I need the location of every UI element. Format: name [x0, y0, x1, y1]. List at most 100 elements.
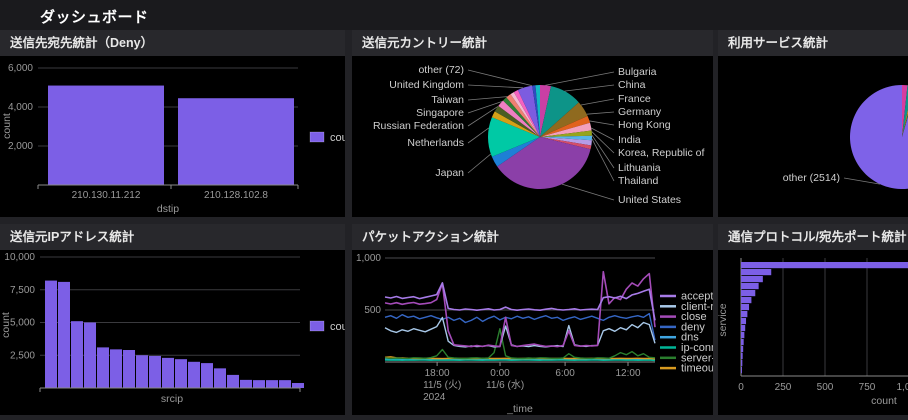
- splunk-dashboard: ダッシュボード 送信先宛先統計（Deny） 2,0004,0006,000cou…: [0, 0, 908, 420]
- bar[interactable]: [175, 359, 187, 388]
- bar[interactable]: [97, 347, 109, 388]
- bar[interactable]: [741, 346, 743, 352]
- svg-text:10,000: 10,000: [4, 252, 35, 263]
- x-tick-label: 210.128.102.8: [204, 190, 268, 201]
- callout-line: [468, 154, 491, 173]
- svg-text:count: count: [330, 132, 345, 144]
- legend-swatch[interactable]: [310, 321, 324, 331]
- legend[interactable]: count: [310, 132, 345, 144]
- bar[interactable]: [45, 281, 57, 388]
- bar[interactable]: [136, 355, 148, 388]
- bar[interactable]: [741, 311, 747, 317]
- x-tick-sublabel: 2024: [423, 392, 446, 403]
- bar[interactable]: [741, 339, 744, 345]
- svg-text:500: 500: [364, 305, 381, 316]
- bar[interactable]: [741, 353, 743, 359]
- pie-label: India: [618, 134, 641, 146]
- svg-text:4,000: 4,000: [8, 102, 33, 113]
- bar[interactable]: [123, 350, 135, 388]
- bar[interactable]: [240, 380, 252, 388]
- bar[interactable]: [741, 367, 742, 373]
- page-title: ダッシュボード: [40, 6, 149, 27]
- series-ip-conn[interactable]: [385, 360, 655, 361]
- callout-line: [592, 135, 614, 168]
- bar[interactable]: [741, 325, 745, 331]
- series-server-rst[interactable]: [385, 329, 655, 359]
- source-country-pie-chart[interactable]: other (72)United KingdomTaiwanSingaporeR…: [352, 56, 713, 217]
- x-axis: 02505007501,000: [738, 258, 908, 393]
- bar[interactable]: [266, 380, 278, 388]
- series-client-rst[interactable]: [385, 318, 655, 347]
- series-accept[interactable]: [385, 283, 655, 321]
- bar[interactable]: [741, 332, 744, 338]
- svg-text:timeout: timeout: [681, 363, 713, 375]
- bar[interactable]: [741, 318, 746, 324]
- legend[interactable]: count: [310, 321, 345, 333]
- bar[interactable]: [253, 380, 265, 388]
- bar[interactable]: [48, 86, 164, 185]
- bar[interactable]: [279, 380, 291, 388]
- bar[interactable]: [741, 269, 771, 275]
- legend-swatch[interactable]: [310, 132, 324, 142]
- callout-line: [468, 85, 523, 88]
- pie-label: other (2514): [783, 172, 840, 184]
- pie-label: Korea, Republic of: [618, 147, 704, 159]
- bar[interactable]: [149, 356, 161, 388]
- bar[interactable]: [741, 290, 755, 296]
- callout-line: [592, 132, 614, 153]
- pie-label: Bulgaria: [618, 66, 657, 78]
- bar[interactable]: [84, 323, 96, 389]
- bar[interactable]: [110, 349, 122, 388]
- pie-label: Thailand: [618, 175, 658, 187]
- pie: [488, 85, 592, 189]
- x-tick-label: 18:00: [425, 368, 450, 379]
- svg-text:7,500: 7,500: [10, 285, 35, 296]
- bar[interactable]: [741, 304, 749, 310]
- pie-label: Hong Kong: [618, 119, 671, 131]
- bar[interactable]: [741, 297, 751, 303]
- bar[interactable]: [71, 321, 83, 388]
- bar[interactable]: [741, 283, 759, 289]
- panel-source-ip: 送信元IPアドレス統計 2,5005,0007,50010,000countsr…: [0, 224, 345, 415]
- x-tick-label: 0:00: [490, 368, 510, 379]
- source-ip-bar-chart[interactable]: 2,5005,0007,50010,000countsrcipcount: [0, 250, 345, 415]
- svg-text:1,000: 1,000: [356, 253, 381, 264]
- pie-label: United States: [618, 194, 681, 206]
- protocol-port-hbar-chart[interactable]: 02505007501,000countservice: [718, 250, 908, 415]
- callout-line: [581, 99, 614, 105]
- bar[interactable]: [741, 276, 763, 282]
- x-axis: 18:0011/5 (火)20240:0011/6 (水)6:0012:00: [423, 362, 641, 403]
- bar[interactable]: [227, 375, 239, 388]
- bar[interactable]: [162, 358, 174, 388]
- packet-action-line-chart[interactable]: 5001,00018:0011/5 (火)20240:0011/6 (水)6:0…: [352, 250, 713, 415]
- bar[interactable]: [58, 282, 70, 388]
- deny-dstip-bar-chart[interactable]: 2,0004,0006,000count210.130.11.212210.12…: [0, 56, 345, 217]
- pie-slice[interactable]: [850, 85, 908, 189]
- pie-label: United Kingdom: [389, 79, 464, 91]
- bar[interactable]: [741, 262, 908, 268]
- panel-title-source-ip: 送信元IPアドレス統計: [0, 224, 345, 250]
- series-deny[interactable]: [385, 314, 655, 341]
- panel-title-packet-action: パケットアクション統計: [352, 224, 713, 250]
- service-usage-pie-chart[interactable]: other (2514): [718, 56, 908, 217]
- bar[interactable]: [292, 383, 304, 388]
- pie-label: Singapore: [416, 107, 464, 119]
- svg-text:count: count: [330, 321, 345, 333]
- bar[interactable]: [214, 368, 226, 388]
- y-axis-label: count: [1, 113, 13, 139]
- legend[interactable]: acceptclient-rstclosedenydnsip-connserve…: [660, 291, 713, 375]
- callout-line: [589, 121, 614, 125]
- callout-line: [468, 70, 532, 86]
- bar[interactable]: [188, 362, 200, 388]
- bar[interactable]: [741, 360, 742, 366]
- x-tick-label: 12:00: [615, 368, 640, 379]
- pie-label: Germany: [618, 106, 662, 118]
- callout-line: [564, 85, 614, 91]
- svg-text:5,000: 5,000: [10, 318, 35, 329]
- panel-title-deny-dstip: 送信先宛先統計（Deny）: [0, 30, 345, 56]
- pie-label: Netherlands: [407, 137, 464, 149]
- series: [385, 272, 655, 361]
- bar[interactable]: [201, 363, 213, 388]
- callout-line: [468, 128, 489, 143]
- bar[interactable]: [178, 98, 294, 185]
